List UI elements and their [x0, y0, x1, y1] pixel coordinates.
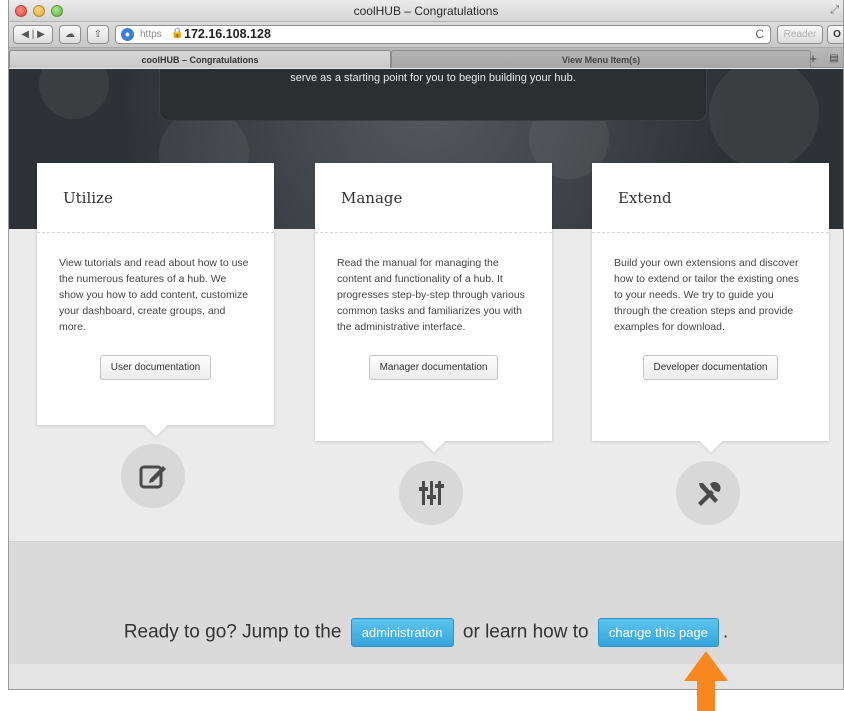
browser-toolbar: ◀ | ▶ ☁ ⇧ ● https 🔒 172.16.108.128 C Rea… [9, 22, 843, 48]
url-scheme: https [140, 29, 162, 40]
address-bar[interactable]: ● https 🔒 172.16.108.128 C [115, 25, 771, 44]
hero-message-box: serve as a starting point for you to beg… [159, 69, 707, 121]
window-title: coolHUB – Congratulations [353, 4, 499, 18]
tab-bar: coolHUB – Congratulations View Menu Item… [9, 48, 843, 68]
cta-text-after: . [722, 621, 729, 643]
manager-documentation-button[interactable]: Manager documentation [368, 355, 499, 380]
annotation-arrow-icon [684, 651, 728, 711]
change-this-page-button[interactable]: change this page [597, 618, 719, 647]
reader-button[interactable]: Reader [777, 25, 823, 44]
globe-icon: ● [121, 28, 134, 41]
card-manage: Manage Read the manual for managing the … [315, 163, 552, 453]
card-extend: Extend Build your own extensions and dis… [592, 163, 829, 453]
card-title: Extend [592, 163, 829, 233]
edit-icon [121, 444, 185, 508]
cta-text-before: Ready to go? Jump to the [123, 621, 342, 643]
card-title: Utilize [37, 163, 274, 233]
browser-window: coolHUB – Congratulations ⤢ ◀ | ▶ ☁ ⇧ ● … [8, 0, 844, 690]
card-title-text: Manage [341, 189, 403, 207]
url-host: 172.16.108.128 [184, 27, 271, 41]
card-title: Manage [315, 163, 552, 233]
card-utilize: Utilize View tutorials and read about ho… [37, 163, 274, 437]
page-content: serve as a starting point for you to beg… [9, 69, 843, 689]
card-body: Read the manual for managing the content… [337, 257, 525, 333]
tab-overview-icon[interactable]: ▤ [825, 50, 843, 67]
call-to-action: Ready to go? Jump to the administration … [9, 618, 843, 647]
user-documentation-button[interactable]: User documentation [99, 355, 212, 380]
fullscreen-icon[interactable]: ⤢ [830, 4, 839, 17]
tab-view-menu-items[interactable]: View Menu Item(s) [391, 50, 811, 68]
tab-congratulations[interactable]: coolHUB – Congratulations [9, 50, 391, 68]
reload-button[interactable]: C [755, 27, 764, 41]
title-bar: coolHUB – Congratulations ⤢ [9, 0, 843, 22]
icloud-tabs-icon[interactable]: ☁ [59, 25, 81, 44]
tools-icon [676, 461, 740, 525]
decor-bubble [39, 69, 109, 119]
developer-documentation-button[interactable]: Developer documentation [642, 355, 779, 380]
administration-button[interactable]: administration [350, 618, 454, 647]
card-title-text: Extend [618, 189, 672, 207]
decor-bubble [709, 69, 819, 169]
card-body: Build your own extensions and discover h… [614, 257, 800, 333]
sliders-icon [399, 461, 463, 525]
back-forward-button[interactable]: ◀ | ▶ [13, 25, 53, 44]
share-icon[interactable]: ⇧ [87, 25, 109, 44]
extension-icon[interactable]: O [827, 25, 843, 44]
lock-icon: 🔒 [171, 28, 184, 39]
hero-text: serve as a starting point for you to beg… [290, 72, 576, 84]
new-tab-button[interactable]: + [805, 50, 821, 67]
card-body: View tutorials and read about how to use… [59, 257, 249, 333]
card-title-text: Utilize [63, 189, 113, 207]
cta-text-middle: or learn how to [462, 621, 589, 643]
